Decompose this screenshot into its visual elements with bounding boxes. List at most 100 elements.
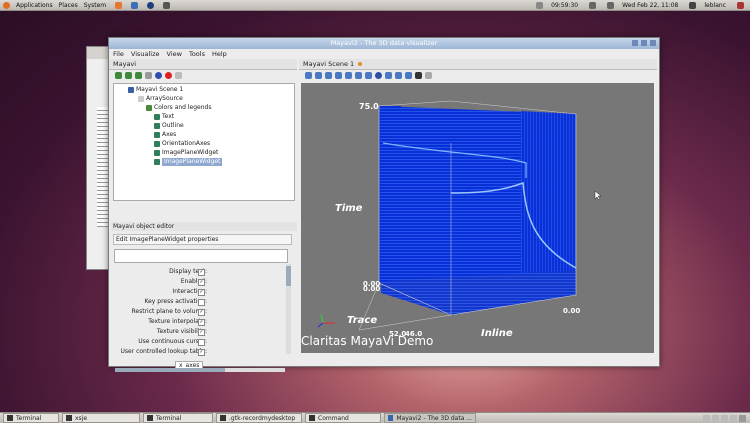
watermark-text: Claritas MayaVi Demo <box>301 334 433 348</box>
window-titlebar[interactable]: Mayavi2 - The 3D data visualizer <box>109 38 659 49</box>
clock[interactable]: Wed Feb 22, 11:08 <box>622 2 678 9</box>
tree-node-text[interactable]: Text <box>154 113 174 121</box>
scene-icon <box>128 87 134 93</box>
view-iso-icon[interactable] <box>365 72 372 79</box>
module-icon <box>154 150 160 156</box>
menu-view[interactable]: View <box>167 50 182 58</box>
workspace-1-icon[interactable] <box>703 414 710 422</box>
tree-node-orientation-axes[interactable]: OrientationAxes <box>154 140 210 148</box>
firefox-icon[interactable] <box>115 1 123 9</box>
view-y-icon[interactable] <box>325 72 332 79</box>
tree-node-arraysource[interactable]: ArraySource <box>138 95 183 103</box>
view-x-neg-icon[interactable] <box>315 72 322 79</box>
power-icon[interactable] <box>737 1 744 9</box>
record-icon[interactable] <box>536 1 544 9</box>
scene-tab-label: Mayavi Scene 1 <box>303 60 355 68</box>
volume-icon[interactable] <box>607 1 615 9</box>
module-icon <box>154 132 160 138</box>
workspace-3-icon[interactable] <box>721 414 728 422</box>
module-icon <box>154 159 160 165</box>
checkbox-continuous-cursor[interactable] <box>198 339 205 346</box>
menu-applications[interactable]: Applications <box>16 2 53 9</box>
checkbox-restrict-plane[interactable]: ✓ <box>198 309 205 316</box>
save-icon[interactable] <box>415 72 422 79</box>
checkbox-texture-interpolate[interactable]: ✓ <box>198 319 205 326</box>
tab-mayavi[interactable]: Mayavi <box>109 59 297 70</box>
mail-icon[interactable] <box>131 1 139 9</box>
menu-file[interactable]: File <box>113 50 124 58</box>
editor-title: Edit ImagePlaneWidget properties <box>113 234 292 245</box>
taskbar-label: Terminal <box>156 414 182 422</box>
tree-node-outline[interactable]: Outline <box>154 122 184 130</box>
left-pane: Mayavi Mayavi Scene 1 ArraySource Colors… <box>109 59 297 372</box>
axes-toggle-icon[interactable] <box>385 72 392 79</box>
scene-settings-icon[interactable] <box>425 72 432 79</box>
help-icon[interactable] <box>155 72 162 79</box>
close-tab-icon[interactable] <box>358 62 363 66</box>
tab-object-editor[interactable]: Mayavi object editor <box>111 222 297 231</box>
view-x-icon[interactable] <box>305 72 312 79</box>
workspace-4-icon[interactable] <box>730 414 737 422</box>
menubar: File Visualize View Tools Help <box>109 49 659 59</box>
view-z-neg-icon[interactable] <box>355 72 362 79</box>
fullscreen-icon[interactable] <box>395 72 402 79</box>
checkbox-display-text[interactable]: ✓ <box>198 269 205 276</box>
checkbox-interaction[interactable]: ✓ <box>198 289 205 296</box>
configure-icon[interactable] <box>405 72 412 79</box>
trash-icon[interactable] <box>739 414 746 422</box>
label-inline-min: 0.00 <box>563 307 580 315</box>
mouse-cursor-icon <box>594 190 602 201</box>
add-module-icon[interactable] <box>145 72 152 79</box>
checkbox-enabled[interactable]: ✓ <box>198 279 205 286</box>
editor-horizontal-scrollbar[interactable] <box>115 368 285 372</box>
terminal-icon <box>309 415 315 421</box>
launcher-icon[interactable] <box>147 1 155 9</box>
network-icon[interactable] <box>589 1 597 9</box>
render-scene[interactable]: 75.0 Time 0.00 0.00 Trace 52.0 46.0 Inli… <box>301 83 654 353</box>
view-y-neg-icon[interactable] <box>335 72 342 79</box>
front-plane <box>379 106 401 283</box>
menu-places[interactable]: Places <box>59 2 78 9</box>
editor-field[interactable] <box>114 249 288 263</box>
menu-system[interactable]: System <box>84 2 106 9</box>
module-icon <box>154 141 160 147</box>
add-filter-icon[interactable] <box>135 72 142 79</box>
tree-node-colors-legends[interactable]: Colors and legends <box>146 104 212 112</box>
tab-mayavi-scene[interactable]: Mayavi Scene 1 <box>299 59 657 70</box>
menu-visualize[interactable]: Visualize <box>131 50 160 58</box>
taskbar-label: Mayavi2 - The 3D data ... <box>396 414 472 422</box>
view-z-icon[interactable] <box>345 72 352 79</box>
checkbox-lookup-table[interactable]: ✓ <box>198 349 205 356</box>
window-title: Mayavi2 - The 3D data visualizer <box>330 39 438 47</box>
maximize-icon[interactable] <box>641 40 647 46</box>
perspective-icon[interactable] <box>375 72 382 79</box>
tree-node-scene[interactable]: Mayavi Scene 1 <box>128 86 183 94</box>
app-icon <box>220 415 226 421</box>
menu-help[interactable]: Help <box>212 50 227 58</box>
editor-vertical-scrollbar[interactable] <box>286 264 291 354</box>
new-scene-icon[interactable] <box>115 72 122 79</box>
checkbox-texture-visibility[interactable]: ✓ <box>198 329 205 336</box>
volume-render: 75.0 Time 0.00 0.00 Trace 52.0 46.0 Inli… <box>301 100 602 348</box>
tree-node-imageplanewidget[interactable]: ImagePlaneWidget <box>154 149 218 157</box>
tree-node-axes[interactable]: Axes <box>154 131 176 139</box>
minimize-icon[interactable] <box>632 40 638 46</box>
close-icon[interactable] <box>650 40 656 46</box>
label-inline: Inline <box>481 328 513 339</box>
terminal-icon <box>147 415 153 421</box>
stop-icon[interactable] <box>165 72 172 79</box>
user-name[interactable]: leblanc <box>704 2 726 9</box>
terminal-launcher-icon[interactable] <box>163 1 171 9</box>
top-panel: Applications Places System 09:59:30 Wed … <box>0 0 750 11</box>
pipeline-tree: Mayavi Scene 1 ArraySource Colors and le… <box>113 83 295 201</box>
ubuntu-logo-icon <box>3 1 10 9</box>
menu-tools[interactable]: Tools <box>189 50 205 58</box>
taskbar-label: Terminal <box>16 414 42 422</box>
terminal-icon <box>7 415 13 421</box>
add-source-icon[interactable] <box>125 72 132 79</box>
checkbox-key-press[interactable] <box>198 299 205 306</box>
workspace-2-icon[interactable] <box>712 414 719 422</box>
tree-node-imageplanewidget-selected[interactable]: ImagePlaneWidget <box>154 158 223 166</box>
label-t-min-2: 0.00 <box>363 285 380 293</box>
settings-icon[interactable] <box>175 72 182 79</box>
